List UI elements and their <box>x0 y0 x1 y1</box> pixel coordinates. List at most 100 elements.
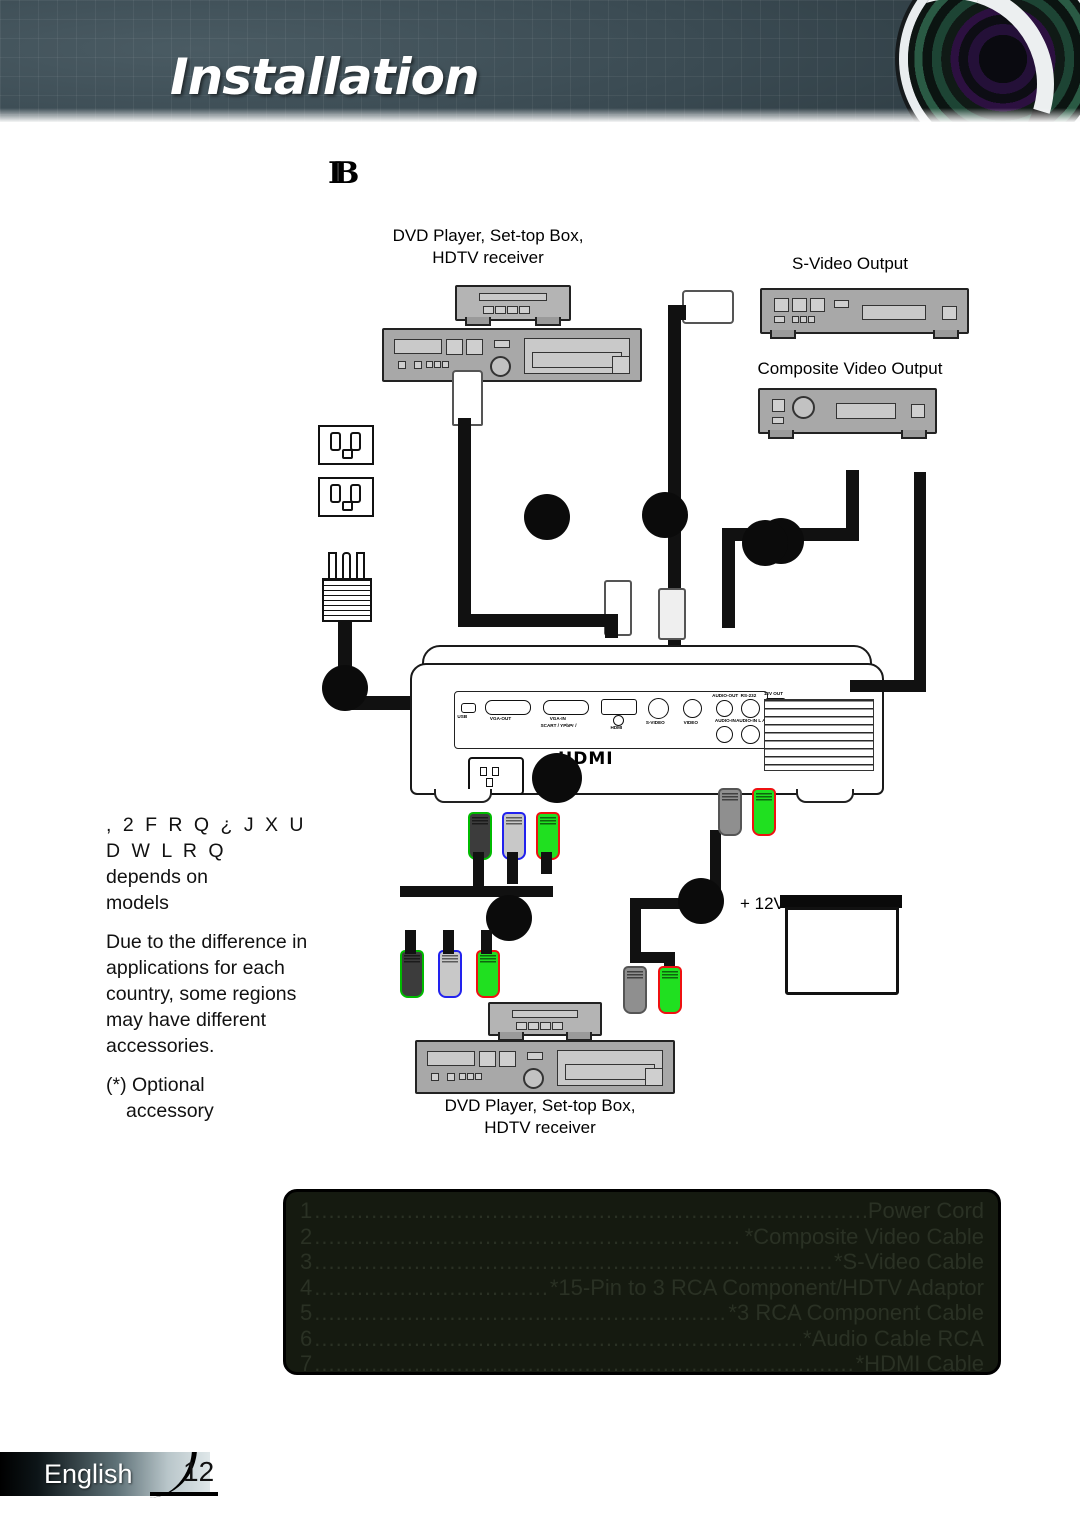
wire-comp-r <box>541 852 552 874</box>
legend-dots: ........................................… <box>314 1198 866 1223</box>
wire-svideo-vertical <box>668 305 681 630</box>
diagram-garbled-heading: IB <box>328 156 360 191</box>
legend-number: 6 <box>300 1325 313 1351</box>
callout-node-5 <box>486 895 532 941</box>
device-svideo-source <box>760 288 969 339</box>
wire-hdmi-horizontal <box>458 614 618 627</box>
note-paragraph: Due to the difference in applications fo… <box>106 931 308 1057</box>
wire-comp-left <box>400 886 480 897</box>
device-dvd-bottom <box>415 1040 675 1094</box>
connector-audio-gray <box>623 966 647 1014</box>
callout-node-6 <box>742 520 788 566</box>
port-audio-in-l <box>741 725 760 744</box>
note-garbled-line: , 2 F R Q ¿ J X U D W L R Q <box>106 814 307 862</box>
note-optional: (*) Optional <box>106 1074 205 1096</box>
label-dvd-top: DVD Player, Set-top Box, HDTV receiver <box>392 226 584 267</box>
port-hdmi <box>601 699 637 715</box>
wire-comp-b <box>507 852 518 884</box>
legend-number: 2 <box>300 1223 313 1249</box>
legend-item: 1 ......................................… <box>300 1198 984 1224</box>
device-composite-source <box>758 388 937 439</box>
legend-text: *Audio Cable RCA <box>803 1325 984 1351</box>
projector-foot-right <box>796 789 854 803</box>
label-dvd-bottom: DVD Player, Set-top Box, HDTV receiver <box>444 1096 636 1137</box>
wire-hdmi-vertical <box>458 418 471 626</box>
note-optional-2: accessory <box>126 1100 214 1122</box>
page-header: Installation <box>0 0 1080 122</box>
power-plug <box>322 552 372 622</box>
wire-composite-down <box>722 528 735 628</box>
wire-12v-vertical <box>914 472 926 687</box>
projector-body: USB VGA-OUT VGA-IN SCART / YPbPr / HDMI … <box>410 663 884 803</box>
label-svideo-output: S-Video Output <box>792 254 908 273</box>
wire-comp-dvd-b <box>443 930 454 954</box>
legend-dots: ........................................… <box>314 1351 853 1376</box>
projection-screen <box>780 895 902 995</box>
connection-diagram: IB DVD Player, Set-top Box, HDTV receive… <box>290 140 1050 1180</box>
device-dvd-top <box>382 328 642 382</box>
connector-audio-red <box>658 966 682 1014</box>
note-line2: depends on <box>106 866 208 888</box>
legend-dots: ........................................… <box>314 1249 832 1274</box>
screen-canvas <box>785 907 899 995</box>
lens-ring-icon <box>908 0 1080 122</box>
connector-component-green-dvd <box>400 950 424 998</box>
port-usb <box>461 703 476 713</box>
label-composite-output: Composite Video Output <box>757 359 943 378</box>
connector-component-red-dvd <box>476 950 500 998</box>
callout-node-3 <box>642 492 688 538</box>
wire-12v-corner <box>914 472 926 484</box>
wire-comp-dvd-r <box>481 930 492 954</box>
legend-item: 7 ......................................… <box>300 1351 984 1377</box>
legend-text: Power Cord <box>867 1198 984 1223</box>
port-audio-in <box>716 726 733 743</box>
wire-comp-dvd-g <box>405 930 416 954</box>
legend-number: 3 <box>300 1249 313 1274</box>
legend-dots: ........................................… <box>314 1223 742 1249</box>
legend-dots: ........................................… <box>314 1300 727 1325</box>
port-s-video <box>648 698 669 719</box>
legend-item: 5 ......................................… <box>300 1300 984 1326</box>
port-rs232 <box>741 699 760 718</box>
page-title: Installation <box>170 48 480 106</box>
legend-number: 5 <box>300 1300 313 1325</box>
legend-dots: ........................................… <box>314 1325 801 1351</box>
legend-text: *Composite Video Cable <box>744 1223 984 1249</box>
legend-text: *15-Pin to 3 RCA Component/HDTV Adaptor <box>549 1274 984 1300</box>
legend-item: 2 ......................................… <box>300 1224 984 1250</box>
connector-audio-red-proj <box>752 788 776 836</box>
connector-component-blue-dvd <box>438 950 462 998</box>
port-audio-out <box>716 700 733 717</box>
legend-number: 4 <box>300 1274 313 1300</box>
port-video <box>683 699 702 718</box>
device-dvd-top-small <box>455 285 571 326</box>
footer-language: English <box>44 1459 133 1489</box>
projector-io-panel: USB VGA-OUT VGA-IN SCART / YPbPr / HDMI … <box>454 691 788 749</box>
legend-text: *HDMI Cable <box>855 1351 984 1376</box>
wire-hdmi-down <box>605 614 618 638</box>
legend-item: 6 ......................................… <box>300 1326 984 1352</box>
projector-vent <box>764 699 874 771</box>
callout-node-1 <box>322 665 368 711</box>
footer-page-number: 12 <box>183 1456 215 1487</box>
note-line3: models <box>106 892 169 914</box>
callout-node-7 <box>524 494 570 540</box>
legend-item: 3 ......................................… <box>300 1249 984 1275</box>
wall-outlet-bottom <box>318 477 374 517</box>
port-vga-out <box>485 700 531 715</box>
projector-lens-icon <box>908 0 1080 122</box>
callout-node-4 <box>678 878 724 924</box>
legend-number: 1 <box>300 1198 313 1223</box>
legend-item: 4 ......................................… <box>300 1275 984 1301</box>
callout-node-projector <box>532 753 582 803</box>
legend-text: *3 RCA Component Cable <box>728 1300 984 1325</box>
legend-number: 7 <box>300 1351 313 1376</box>
legend-dots: ........................................… <box>314 1274 548 1300</box>
svideo-connector <box>682 290 734 324</box>
connector-audio-gray-proj <box>718 788 742 836</box>
legend-text: *S-Video Cable <box>833 1249 984 1274</box>
projector-foot-left <box>434 789 492 803</box>
footer-underline <box>150 1492 218 1496</box>
svideo-plug-projector <box>658 588 686 640</box>
projector: USB VGA-OUT VGA-IN SCART / YPbPr / HDMI … <box>410 645 884 810</box>
